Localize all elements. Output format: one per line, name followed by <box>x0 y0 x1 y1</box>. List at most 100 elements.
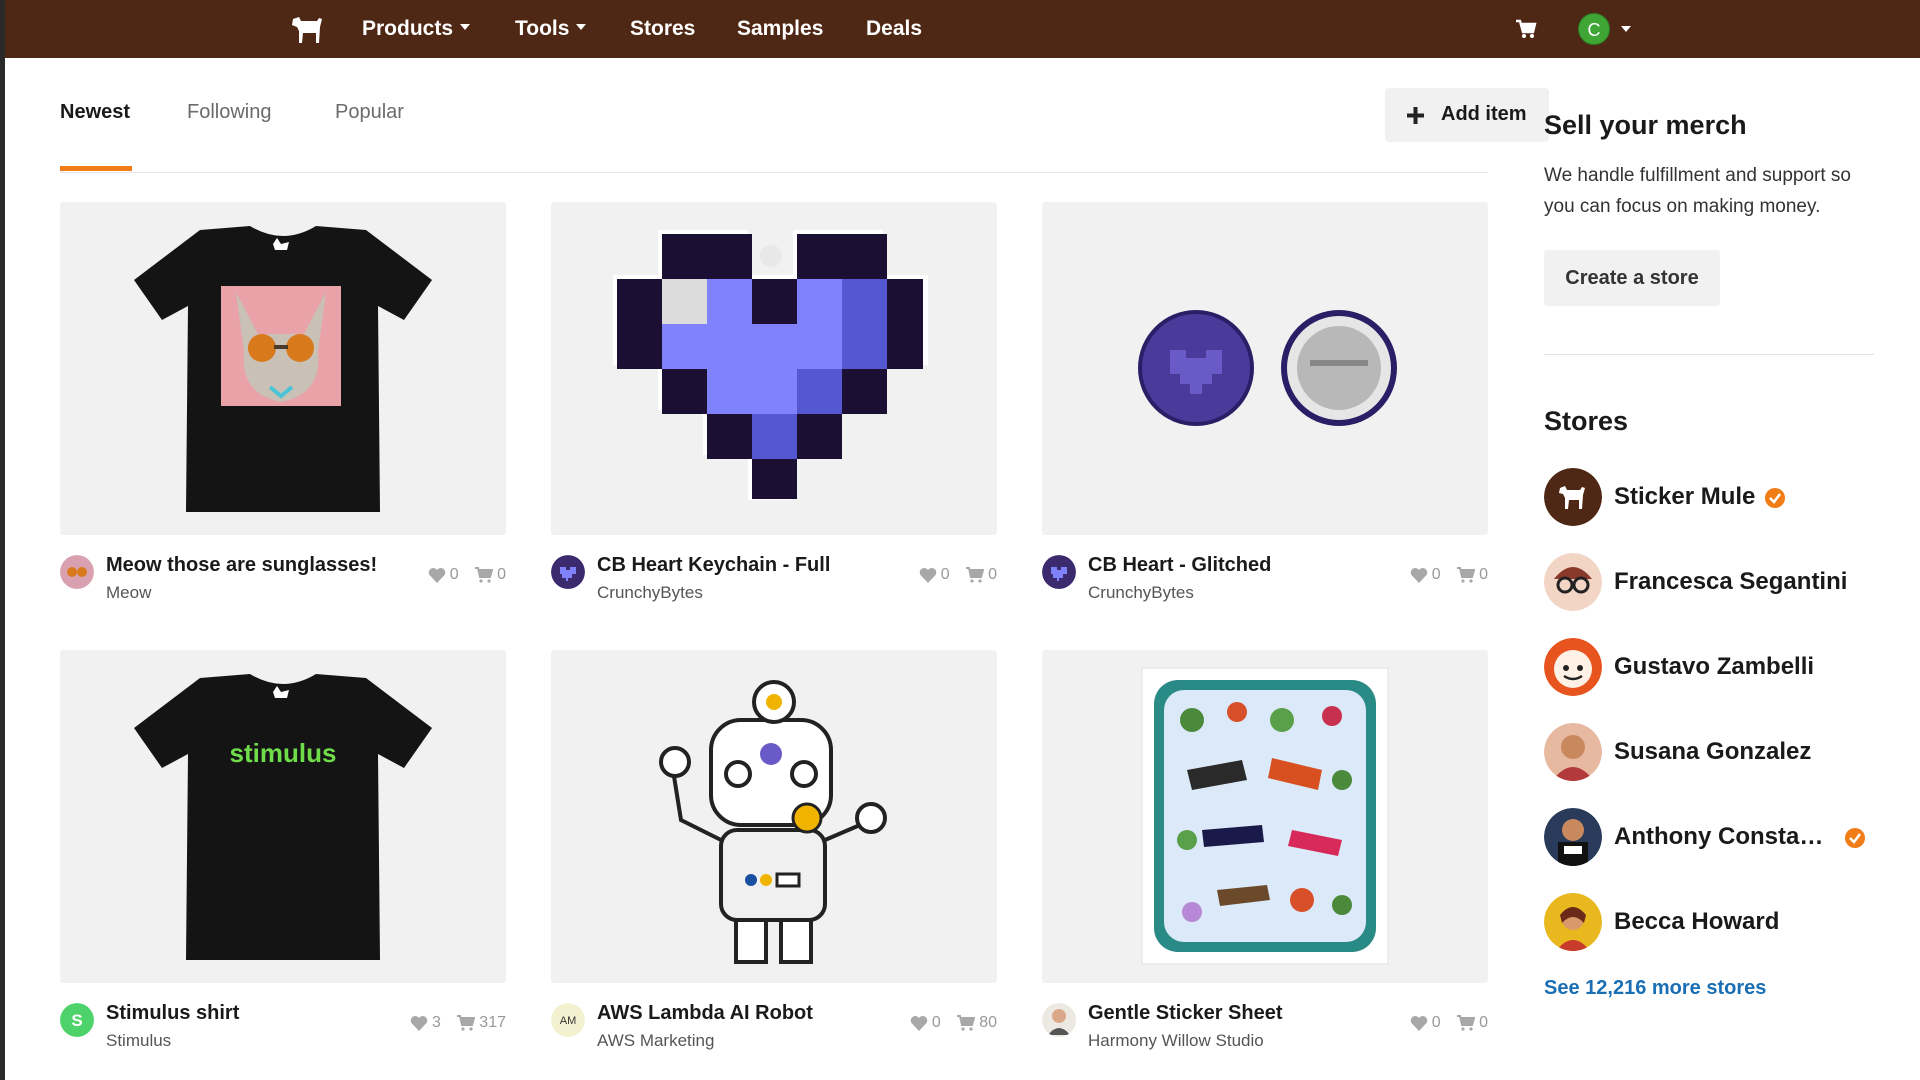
product-image-robot-sticker[interactable] <box>551 650 997 983</box>
product-image-heart-buttons[interactable] <box>1042 202 1488 535</box>
store-avatar[interactable]: AM <box>551 1003 585 1037</box>
store-item-anthony-consta[interactable]: Anthony Consta… <box>1544 808 1874 866</box>
product-store[interactable]: CrunchyBytes <box>1088 583 1194 603</box>
store-name: Gustavo Zambelli <box>1614 653 1815 680</box>
heart-icon <box>428 567 445 583</box>
product-stats: 0 80 <box>898 1014 997 1034</box>
store-item-becca-howard[interactable]: Becca Howard <box>1544 893 1874 951</box>
product-image-stimulus-tshirt[interactable]: stimulus <box>60 650 506 983</box>
chevron-down-icon <box>460 24 471 31</box>
order-count[interactable]: 0 <box>966 566 997 584</box>
like-count[interactable]: 0 <box>910 1014 941 1032</box>
store-avatar <box>1544 893 1602 951</box>
product-store[interactable]: AWS Marketing <box>597 1031 714 1051</box>
verified-badge-icon <box>1845 828 1865 848</box>
product-stats: 0 0 <box>907 566 997 586</box>
product-image-cat-tshirt[interactable] <box>60 202 506 535</box>
sell-merch-description: We handle fulfillment and support so you… <box>1544 165 1851 217</box>
store-item-sticker-mule[interactable]: Sticker Mule <box>1544 468 1874 526</box>
mule-logo-icon[interactable] <box>289 13 325 45</box>
product-title[interactable]: Gentle Sticker Sheet <box>1088 1002 1283 1025</box>
tab-newest[interactable]: Newest <box>60 101 130 124</box>
nav-tools[interactable]: Tools <box>515 0 587 58</box>
heart-icon <box>910 1015 928 1031</box>
nav-stores[interactable]: Stores <box>630 0 695 58</box>
product-store[interactable]: Stimulus <box>106 1031 171 1051</box>
cart-icon <box>1457 567 1476 583</box>
store-avatar[interactable] <box>1042 1003 1076 1037</box>
svg-text:AM: AM <box>560 1015 577 1027</box>
user-avatar[interactable]: C <box>1578 13 1610 45</box>
like-count[interactable]: 0 <box>428 566 459 584</box>
product-store[interactable]: Meow <box>106 583 151 603</box>
store-avatar <box>1544 638 1602 696</box>
user-menu-chevron-icon[interactable] <box>1621 26 1631 32</box>
feed-tabs: Newest Following Popular Add item <box>60 58 1549 173</box>
store-avatar[interactable] <box>551 555 585 589</box>
product-title[interactable]: Meow those are sunglasses! <box>106 554 377 577</box>
store-name: Francesca Segantini <box>1614 568 1848 595</box>
add-item-button[interactable]: Add item <box>1385 88 1549 142</box>
cart-icon[interactable] <box>1515 19 1537 39</box>
store-avatar <box>1544 468 1602 526</box>
active-tab-indicator <box>60 166 132 171</box>
store-avatar <box>1544 808 1602 866</box>
order-count[interactable]: 80 <box>957 1014 997 1032</box>
like-count[interactable]: 3 <box>410 1014 441 1032</box>
cart-icon <box>475 567 494 583</box>
store-item-gustavo-zambelli[interactable]: Gustavo Zambelli <box>1544 638 1874 696</box>
heart-icon <box>919 567 936 583</box>
cart-icon <box>1457 1015 1476 1031</box>
tab-following[interactable]: Following <box>187 101 271 124</box>
cart-icon <box>457 1015 476 1031</box>
like-count[interactable]: 0 <box>1410 1014 1441 1032</box>
window-edge <box>0 0 5 1080</box>
product-title[interactable]: CB Heart Keychain - Full <box>597 554 830 577</box>
create-store-button[interactable]: Create a store <box>1544 250 1720 306</box>
product-title[interactable]: Stimulus shirt <box>106 1002 239 1025</box>
cart-icon <box>957 1015 976 1031</box>
store-avatar[interactable]: S <box>60 1003 94 1037</box>
nav-products[interactable]: Products <box>362 0 471 58</box>
nav-deals[interactable]: Deals <box>866 0 922 58</box>
product-store[interactable]: CrunchyBytes <box>597 583 703 603</box>
store-name: Sticker Mule <box>1614 483 1756 510</box>
store-item-francesca-segantini[interactable]: Francesca Segantini <box>1544 553 1874 611</box>
plus-icon <box>1407 107 1424 124</box>
sell-merch-heading: Sell your merch <box>1544 110 1747 140</box>
svg-text:S: S <box>71 1011 82 1030</box>
top-navigation: Products Tools Stores Samples Deals C <box>5 0 1920 58</box>
store-name: Anthony Consta… <box>1614 823 1824 850</box>
like-count[interactable]: 0 <box>919 566 950 584</box>
heart-icon <box>410 1015 428 1031</box>
cart-icon <box>966 567 985 583</box>
store-item-susana-gonzalez[interactable]: Susana Gonzalez <box>1544 723 1874 781</box>
product-store[interactable]: Harmony Willow Studio <box>1088 1031 1264 1051</box>
heart-icon <box>1410 1015 1427 1031</box>
order-count[interactable]: 0 <box>1457 1014 1488 1032</box>
like-count[interactable]: 0 <box>1410 566 1441 584</box>
product-stats: 3 317 <box>398 1014 506 1034</box>
store-name: Becca Howard <box>1614 908 1780 935</box>
product-image-heart-keychain[interactable] <box>551 202 997 535</box>
store-avatar[interactable] <box>1042 555 1076 589</box>
tab-popular[interactable]: Popular <box>335 101 404 124</box>
product-image-sticker-sheet[interactable] <box>1042 650 1488 983</box>
order-count[interactable]: 317 <box>457 1014 506 1032</box>
store-avatar[interactable] <box>60 555 94 589</box>
order-count[interactable]: 0 <box>1457 566 1488 584</box>
product-stats: 0 0 <box>416 566 506 586</box>
chevron-down-icon <box>576 24 587 31</box>
product-stats: 0 0 <box>1398 1014 1488 1034</box>
order-count[interactable]: 0 <box>475 566 506 584</box>
product-title[interactable]: AWS Lambda AI Robot <box>597 1002 813 1025</box>
sidebar-divider <box>1544 354 1874 355</box>
nav-samples[interactable]: Samples <box>737 0 823 58</box>
svg-text:stimulus: stimulus <box>230 738 337 768</box>
store-avatar <box>1544 723 1602 781</box>
product-title[interactable]: CB Heart - Glitched <box>1088 554 1271 577</box>
see-more-stores-link[interactable]: See 12,216 more stores <box>1544 977 1766 1000</box>
verified-badge-icon <box>1765 488 1785 508</box>
store-avatar <box>1544 553 1602 611</box>
heart-icon <box>1410 567 1427 583</box>
